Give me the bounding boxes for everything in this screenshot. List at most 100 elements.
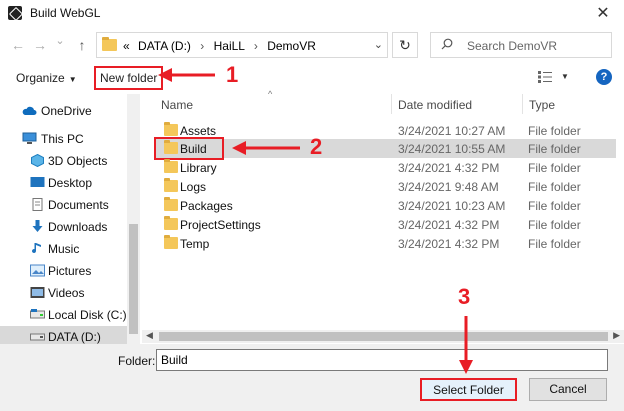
sort-ascending-icon: ^ (268, 89, 273, 99)
back-icon[interactable]: ← (10, 37, 26, 53)
sidebar-item-label: 3D Objects (48, 154, 108, 168)
file-type: File folder (528, 180, 581, 194)
organize-label: Organize (16, 71, 65, 85)
chevron-down-icon[interactable]: ⌄ (374, 38, 383, 51)
sidebar-item-label: Local Disk (C:) (48, 308, 127, 322)
folder-icon (164, 122, 178, 136)
up-icon[interactable]: ↑ (74, 37, 90, 53)
folder-icon (164, 178, 178, 192)
cancel-button[interactable]: Cancel (529, 378, 607, 401)
sidebar-item-music[interactable]: Music (0, 238, 127, 260)
folder-icon (164, 197, 178, 211)
file-date: 3/24/2021 4:32 PM (398, 218, 500, 232)
new-folder-button[interactable]: New folder (94, 66, 164, 90)
sidebar-item-local-disk[interactable]: Local Disk (C:) (0, 304, 127, 326)
step-number-2: 2 (310, 134, 323, 159)
organize-button[interactable]: Organize ▼ (16, 71, 77, 85)
sidebar-scrollbar[interactable] (127, 94, 140, 346)
scrollbar-thumb[interactable] (159, 332, 608, 341)
search-input[interactable]: Search DemoVR (430, 32, 612, 58)
horizontal-scrollbar[interactable]: ◀ ▶ (142, 330, 624, 343)
folder-icon (102, 37, 117, 51)
chevron-right-icon[interactable]: › (200, 39, 204, 53)
table-row[interactable]: ProjectSettings 3/24/2021 4:32 PM File f… (156, 215, 616, 234)
scroll-left-icon[interactable]: ◀ (146, 330, 153, 341)
download-icon (32, 220, 43, 232)
search-icon (441, 38, 453, 50)
refresh-button[interactable]: ↻ (392, 32, 418, 58)
path-overflow-chevron[interactable]: « (123, 39, 130, 53)
video-icon (30, 287, 45, 298)
sidebar-item-label: Pictures (48, 264, 92, 278)
file-list: ^ Name Date modified Type Assets 3/24/20… (142, 89, 624, 344)
close-icon[interactable]: ✕ (594, 3, 612, 23)
pictures-icon (30, 264, 45, 277)
forward-icon[interactable]: → (32, 37, 48, 53)
breadcrumb-data-drive[interactable]: DATA (D:) (138, 39, 191, 53)
table-row[interactable]: Assets 3/24/2021 10:27 AM File folder (156, 121, 616, 140)
file-name: Assets (180, 124, 217, 138)
sidebar-item-documents[interactable]: Documents (0, 194, 127, 216)
file-name: Temp (180, 237, 210, 251)
file-name: Packages (180, 199, 233, 213)
folder-icon (164, 159, 178, 173)
computer-icon (22, 132, 37, 144)
folder-field[interactable]: Build (156, 349, 608, 371)
file-date: 3/24/2021 4:32 PM (398, 161, 500, 175)
sidebar-item-label: Documents (48, 198, 109, 212)
sidebar-item-this-pc[interactable]: This PC (0, 128, 127, 150)
file-date: 3/24/2021 10:27 AM (398, 124, 506, 138)
help-icon[interactable]: ? (596, 69, 612, 85)
sidebar-item-onedrive[interactable]: OneDrive (0, 100, 127, 122)
table-row[interactable]: Logs 3/24/2021 9:48 AM File folder (156, 177, 616, 196)
drive-icon (30, 333, 45, 341)
chevron-right-icon[interactable]: › (254, 39, 258, 53)
breadcrumb-demovr[interactable]: DemoVR (267, 39, 316, 53)
folder-icon (164, 140, 178, 154)
file-type: File folder (528, 124, 581, 138)
file-name: Library (180, 161, 217, 175)
sidebar-item-videos[interactable]: Videos (0, 282, 127, 304)
recent-locations-icon[interactable]: ⌄ (52, 34, 68, 47)
sidebar-item-label: Desktop (48, 176, 93, 190)
sidebar-item-desktop[interactable]: Desktop (0, 172, 127, 194)
column-header-name[interactable]: Name (161, 98, 193, 112)
step-number-3: 3 (458, 284, 471, 309)
file-date: 3/24/2021 9:48 AM (398, 180, 499, 194)
breadcrumb-haill[interactable]: HaiLL (214, 39, 245, 53)
sidebar-item-3d-objects[interactable]: 3D Objects (0, 150, 127, 172)
file-date: 3/24/2021 10:55 AM (398, 142, 506, 156)
table-row[interactable]: Library 3/24/2021 4:32 PM File folder (156, 158, 616, 177)
view-options-icon[interactable] (538, 71, 552, 83)
step-number-1: 1 (226, 62, 239, 87)
sidebar-item-pictures[interactable]: Pictures (0, 260, 127, 282)
address-bar[interactable]: « DATA (D:) › HaiLL › DemoVR ⌄ (96, 32, 388, 58)
folder-icon (164, 235, 178, 249)
select-folder-button[interactable]: Select Folder (420, 378, 517, 401)
file-type: File folder (528, 237, 581, 251)
breadcrumb: « DATA (D:) › HaiLL › DemoVR (123, 39, 316, 53)
column-divider[interactable] (391, 94, 392, 114)
column-header-type[interactable]: Type (529, 98, 555, 112)
scrollbar-thumb[interactable] (129, 224, 138, 334)
table-row[interactable]: Packages 3/24/2021 10:23 AM File folder (156, 196, 616, 215)
column-divider[interactable] (522, 94, 523, 114)
desktop-icon (30, 177, 45, 187)
table-row[interactable]: Temp 3/24/2021 4:32 PM File folder (156, 234, 616, 253)
file-name: Build (180, 142, 207, 156)
table-row-selected[interactable]: Build 3/24/2021 10:55 AM File folder (154, 137, 616, 160)
caret-down-icon[interactable]: ▼ (561, 72, 569, 81)
sidebar-item-downloads[interactable]: Downloads (0, 216, 127, 238)
sidebar-item-label: Music (48, 242, 80, 256)
title-bar: Build WebGL ✕ (0, 0, 624, 26)
sidebar-item-data-drive[interactable]: DATA (D:) (0, 326, 127, 346)
disk-icon (30, 309, 45, 319)
folder-label: Folder: (118, 354, 156, 368)
column-header-date-modified[interactable]: Date modified (398, 98, 472, 112)
document-icon (32, 198, 43, 211)
command-bar: Organize ▼ New folder ▼ ? (0, 66, 624, 90)
folder-icon (164, 216, 178, 230)
sidebar-item-label: DATA (D:) (48, 330, 101, 344)
file-type: File folder (528, 142, 581, 156)
scroll-right-icon[interactable]: ▶ (613, 330, 620, 341)
